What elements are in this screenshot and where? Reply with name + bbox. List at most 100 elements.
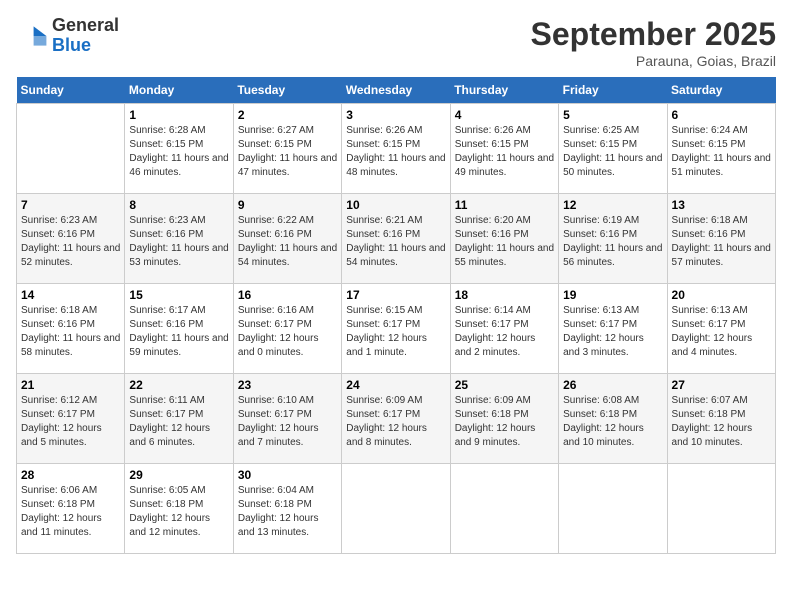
day-number: 20 (672, 288, 771, 302)
day-info: Sunrise: 6:11 AMSunset: 6:17 PMDaylight:… (129, 394, 228, 450)
calendar-cell (342, 464, 450, 554)
calendar-cell: 16Sunrise: 6:16 AMSunset: 6:17 PMDayligh… (233, 284, 341, 374)
day-info: Sunrise: 6:08 AMSunset: 6:18 PMDaylight:… (563, 394, 662, 450)
calendar-week-5: 28 Sunrise: 6:06 AMSunset: 6:18 PMDayligh… (17, 464, 776, 554)
day-info: Sunrise: 6:18 AMSunset: 6:16 PMDaylight:… (21, 304, 120, 360)
calendar-cell: 25Sunrise: 6:09 AMSunset: 6:18 PMDayligh… (450, 374, 558, 464)
calendar-cell: 11 Sunrise: 6:20 AMSunset: 6:16 PMDayligh… (450, 194, 558, 284)
day-info: Sunrise: 6:16 AMSunset: 6:17 PMDaylight:… (238, 304, 337, 360)
column-header-sunday: Sunday (17, 77, 125, 104)
day-number: 27 (672, 378, 771, 392)
day-info: Sunrise: 6:04 AMSunset: 6:18 PMDaylight:… (238, 484, 337, 540)
calendar-header-row: SundayMondayTuesdayWednesdayThursdayFrid… (17, 77, 776, 104)
day-number: 28 (21, 468, 120, 482)
title-block: September 2025 Parauna, Goias, Brazil (531, 16, 776, 69)
day-number: 5 (563, 108, 662, 122)
day-number: 9 (238, 198, 337, 212)
calendar-cell: 3Sunrise: 6:26 AMSunset: 6:15 PMDaylight… (342, 104, 450, 194)
day-number: 10 (346, 198, 445, 212)
day-info: Sunrise: 6:12 AMSunset: 6:17 PMDaylight:… (21, 394, 120, 450)
day-info: Sunrise: 6:20 AMSunset: 6:16 PMDaylight:… (455, 214, 554, 270)
calendar-cell (450, 464, 558, 554)
logo-text: General Blue (52, 16, 119, 56)
day-number: 8 (129, 198, 228, 212)
day-info: Sunrise: 6:18 AMSunset: 6:16 PMDaylight:… (672, 214, 771, 270)
day-info: Sunrise: 6:23 AMSunset: 6:16 PMDaylight:… (129, 214, 228, 270)
day-info: Sunrise: 6:26 AMSunset: 6:15 PMDaylight:… (455, 124, 554, 180)
calendar-cell (17, 104, 125, 194)
day-info: Sunrise: 6:28 AMSunset: 6:15 PMDaylight:… (129, 124, 228, 180)
day-number: 22 (129, 378, 228, 392)
calendar-week-1: 1 Sunrise: 6:28 AMSunset: 6:15 PMDaylight… (17, 104, 776, 194)
calendar-cell: 26 Sunrise: 6:08 AMSunset: 6:18 PMDayligh… (559, 374, 667, 464)
calendar-cell: 24 Sunrise: 6:09 AMSunset: 6:17 PMDayligh… (342, 374, 450, 464)
day-number: 19 (563, 288, 662, 302)
day-number: 3 (346, 108, 445, 122)
calendar-cell: 2 Sunrise: 6:27 AMSunset: 6:15 PMDaylight… (233, 104, 341, 194)
day-number: 15 (129, 288, 228, 302)
column-header-saturday: Saturday (667, 77, 775, 104)
day-number: 25 (455, 378, 554, 392)
calendar-cell: 28 Sunrise: 6:06 AMSunset: 6:18 PMDayligh… (17, 464, 125, 554)
calendar-cell (559, 464, 667, 554)
day-number: 26 (563, 378, 662, 392)
day-number: 23 (238, 378, 337, 392)
calendar-cell: 13 Sunrise: 6:18 AMSunset: 6:16 PMDayligh… (667, 194, 775, 284)
calendar-cell: 18 Sunrise: 6:14 AMSunset: 6:17 PMDayligh… (450, 284, 558, 374)
day-number: 6 (672, 108, 771, 122)
calendar-cell: 20 Sunrise: 6:13 AMSunset: 6:17 PMDayligh… (667, 284, 775, 374)
day-info: Sunrise: 6:09 AMSunset: 6:17 PMDaylight:… (346, 394, 445, 450)
column-header-thursday: Thursday (450, 77, 558, 104)
day-info: Sunrise: 6:05 AMSunset: 6:18 PMDaylight:… (129, 484, 228, 540)
calendar-cell: 30 Sunrise: 6:04 AMSunset: 6:18 PMDayligh… (233, 464, 341, 554)
day-info: Sunrise: 6:19 AMSunset: 6:16 PMDaylight:… (563, 214, 662, 270)
day-info: Sunrise: 6:13 AMSunset: 6:17 PMDaylight:… (563, 304, 662, 360)
calendar-week-4: 21 Sunrise: 6:12 AMSunset: 6:17 PMDayligh… (17, 374, 776, 464)
day-info: Sunrise: 6:06 AMSunset: 6:18 PMDaylight:… (21, 484, 120, 540)
day-info: Sunrise: 6:13 AMSunset: 6:17 PMDaylight:… (672, 304, 771, 360)
day-number: 11 (455, 198, 554, 212)
logo: General Blue (16, 16, 119, 56)
calendar-cell: 17Sunrise: 6:15 AMSunset: 6:17 PMDayligh… (342, 284, 450, 374)
day-info: Sunrise: 6:24 AMSunset: 6:15 PMDaylight:… (672, 124, 771, 180)
page-header: General Blue September 2025 Parauna, Goi… (16, 16, 776, 69)
location: Parauna, Goias, Brazil (531, 53, 776, 69)
day-number: 1 (129, 108, 228, 122)
day-number: 2 (238, 108, 337, 122)
day-number: 21 (21, 378, 120, 392)
calendar-cell: 27Sunrise: 6:07 AMSunset: 6:18 PMDayligh… (667, 374, 775, 464)
calendar-cell: 8 Sunrise: 6:23 AMSunset: 6:16 PMDaylight… (125, 194, 233, 284)
day-number: 13 (672, 198, 771, 212)
day-number: 24 (346, 378, 445, 392)
calendar-cell: 5Sunrise: 6:25 AMSunset: 6:15 PMDaylight… (559, 104, 667, 194)
calendar-week-2: 7 Sunrise: 6:23 AMSunset: 6:16 PMDaylight… (17, 194, 776, 284)
day-info: Sunrise: 6:23 AMSunset: 6:16 PMDaylight:… (21, 214, 120, 270)
day-number: 29 (129, 468, 228, 482)
column-header-tuesday: Tuesday (233, 77, 341, 104)
calendar-cell: 7 Sunrise: 6:23 AMSunset: 6:16 PMDaylight… (17, 194, 125, 284)
month-title: September 2025 (531, 16, 776, 53)
day-number: 30 (238, 468, 337, 482)
day-info: Sunrise: 6:27 AMSunset: 6:15 PMDaylight:… (238, 124, 337, 180)
day-info: Sunrise: 6:21 AMSunset: 6:16 PMDaylight:… (346, 214, 445, 270)
calendar-week-3: 14 Sunrise: 6:18 AMSunset: 6:16 PMDayligh… (17, 284, 776, 374)
column-header-friday: Friday (559, 77, 667, 104)
day-number: 14 (21, 288, 120, 302)
day-info: Sunrise: 6:14 AMSunset: 6:17 PMDaylight:… (455, 304, 554, 360)
calendar-cell: 22 Sunrise: 6:11 AMSunset: 6:17 PMDayligh… (125, 374, 233, 464)
calendar-cell: 21 Sunrise: 6:12 AMSunset: 6:17 PMDayligh… (17, 374, 125, 464)
day-number: 18 (455, 288, 554, 302)
calendar-cell: 19 Sunrise: 6:13 AMSunset: 6:17 PMDayligh… (559, 284, 667, 374)
calendar-table: SundayMondayTuesdayWednesdayThursdayFrid… (16, 77, 776, 554)
day-info: Sunrise: 6:10 AMSunset: 6:17 PMDaylight:… (238, 394, 337, 450)
calendar-cell: 10 Sunrise: 6:21 AMSunset: 6:16 PMDayligh… (342, 194, 450, 284)
calendar-cell: 6 Sunrise: 6:24 AMSunset: 6:15 PMDaylight… (667, 104, 775, 194)
day-number: 7 (21, 198, 120, 212)
logo-icon (16, 20, 48, 52)
day-number: 4 (455, 108, 554, 122)
calendar-cell: 23 Sunrise: 6:10 AMSunset: 6:17 PMDayligh… (233, 374, 341, 464)
day-info: Sunrise: 6:17 AMSunset: 6:16 PMDaylight:… (129, 304, 228, 360)
calendar-cell: 15 Sunrise: 6:17 AMSunset: 6:16 PMDayligh… (125, 284, 233, 374)
calendar-cell: 14 Sunrise: 6:18 AMSunset: 6:16 PMDayligh… (17, 284, 125, 374)
calendar-cell (667, 464, 775, 554)
